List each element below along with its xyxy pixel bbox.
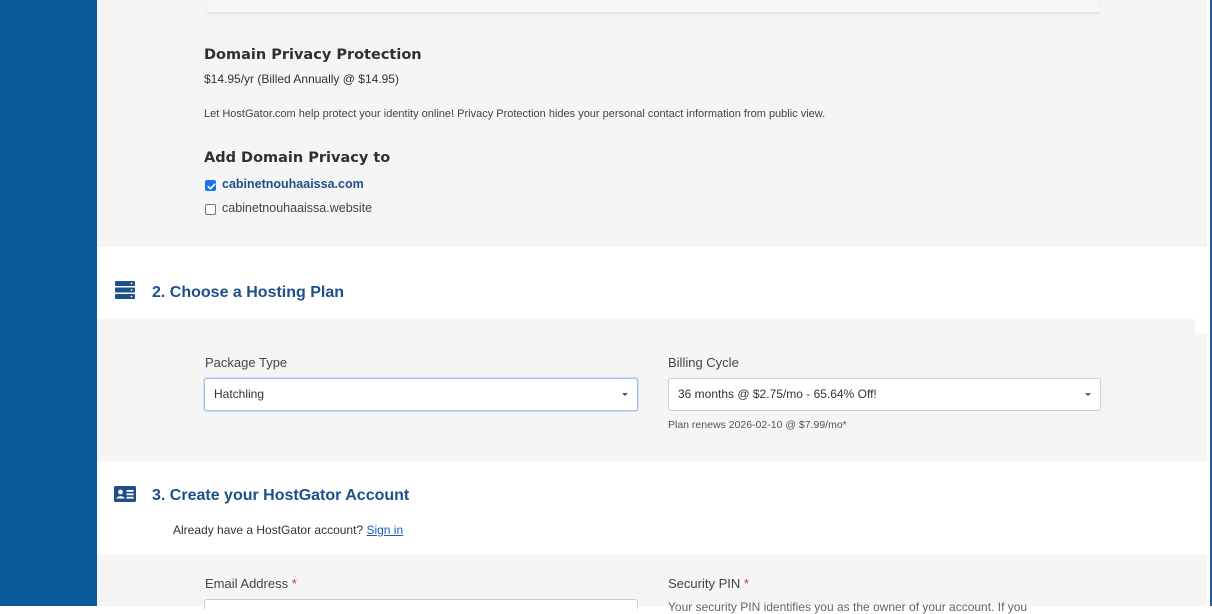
sign-in-link[interactable]: Sign in: [366, 523, 403, 537]
check-icon: [207, 183, 216, 190]
email-label-text: Email Address: [205, 576, 289, 591]
billing-cycle-select[interactable]: 36 months @ $2.75/mo - 65.64% Off!: [668, 378, 1101, 411]
domain-label-website[interactable]: cabinetnouhaaissa.website: [222, 201, 372, 215]
email-field[interactable]: [204, 599, 638, 609]
billing-cycle-label: Billing Cycle: [668, 355, 739, 370]
add-privacy-label: Add Domain Privacy to: [204, 150, 391, 166]
privacy-description: Let HostGator.com help protect your iden…: [204, 108, 826, 120]
existing-account-text: Already have a HostGator account? Sign i…: [173, 523, 403, 537]
left-sidebar-bar: [0, 0, 97, 606]
domain-checkbox-com[interactable]: [205, 180, 216, 191]
email-label: Email Address *: [205, 576, 297, 591]
package-type-value: Hatchling: [214, 387, 265, 401]
package-type-select[interactable]: Hatchling: [204, 378, 638, 411]
pin-label-text: Security PIN: [668, 576, 741, 591]
domain-checkbox-website[interactable]: [205, 204, 216, 215]
domain-label-com[interactable]: cabinetnouhaaissa.com: [222, 177, 364, 191]
billing-cycle-value: 36 months @ $2.75/mo - 65.64% Off!: [678, 387, 877, 401]
chevron-down-icon: [622, 393, 628, 396]
required-mark: *: [291, 576, 297, 591]
package-type-label: Package Type: [205, 355, 288, 370]
previous-card-edge: [207, 0, 1099, 13]
pin-label: Security PIN *: [668, 576, 749, 591]
chevron-down-icon: [1085, 393, 1091, 396]
plan-renew-note: Plan renews 2026-02-10 @ $7.99/mo*: [668, 419, 847, 431]
pin-help-text: Your security PIN identifies you as the …: [668, 600, 1028, 614]
privacy-price: $14.95/yr (Billed Annually @ $14.95): [204, 72, 399, 86]
privacy-title: Domain Privacy Protection: [204, 47, 422, 63]
existing-account-prompt: Already have a HostGator account?: [173, 523, 364, 537]
hosting-panel-top: [97, 319, 1195, 333]
hosting-section-title: 2. Choose a Hosting Plan: [152, 284, 345, 301]
id-card-icon: [114, 486, 136, 502]
server-icon: [115, 281, 135, 299]
account-section-title: 3. Create your HostGator Account: [152, 487, 410, 504]
required-mark: *: [743, 576, 749, 591]
